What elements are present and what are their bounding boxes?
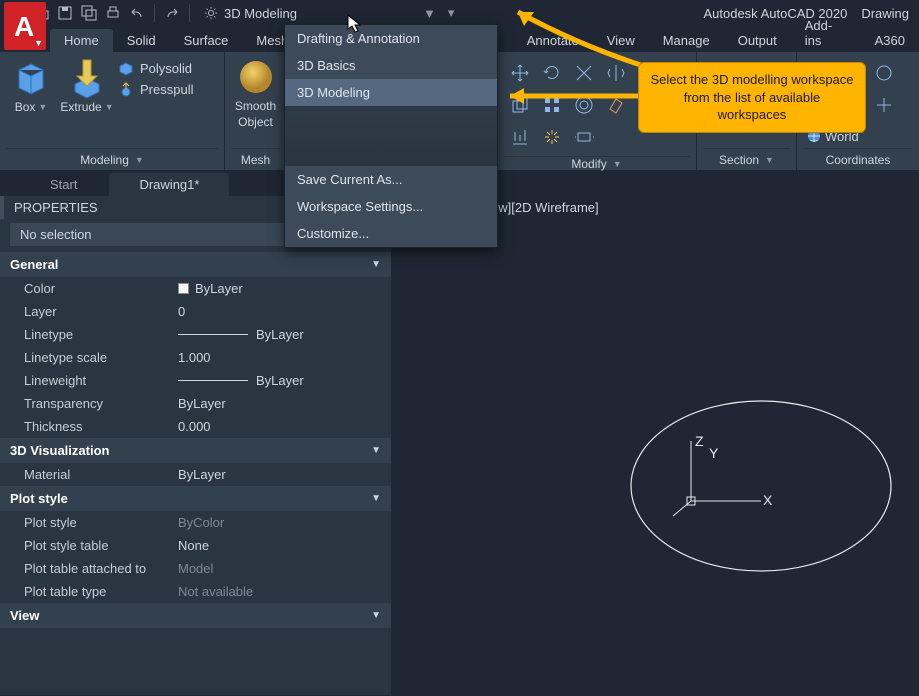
ws-customize[interactable]: Customize... xyxy=(285,220,497,247)
workspace-switcher[interactable]: 3D Modeling ▼ xyxy=(198,4,442,23)
box-button[interactable]: Box▼ xyxy=(6,56,56,114)
extrude-button[interactable]: Extrude▼ xyxy=(62,56,112,114)
chevron-down-icon: ▼ xyxy=(423,6,436,21)
callout-arrow-icon xyxy=(490,82,650,112)
app-logo[interactable]: A ▼ xyxy=(4,2,46,50)
prop-row[interactable]: TransparencyByLayer xyxy=(0,392,391,415)
ucs3-icon[interactable] xyxy=(871,60,897,86)
svg-text:A: A xyxy=(14,11,34,42)
panel-mesh[interactable]: Mesh xyxy=(231,148,280,170)
tab-solid[interactable]: Solid xyxy=(113,29,170,52)
filetab-current[interactable]: Drawing1* xyxy=(109,173,229,196)
ws-settings[interactable]: Workspace Settings... xyxy=(285,193,497,220)
saveas-icon[interactable] xyxy=(80,4,98,22)
extrude-icon xyxy=(69,56,105,98)
callout-arrow-icon xyxy=(500,6,660,76)
workspace-dropdown: Drafting & Annotation 3D Basics 3D Model… xyxy=(284,24,498,248)
prop-row[interactable]: MaterialByLayer xyxy=(0,463,391,486)
polysolid-icon xyxy=(118,60,134,76)
prop-row[interactable]: LineweightByLayer xyxy=(0,369,391,392)
properties-panel: PROPERTIES No selection General▼ColorByL… xyxy=(0,196,391,695)
mouse-cursor-icon xyxy=(347,14,363,34)
ucs6-icon[interactable] xyxy=(871,92,897,118)
prop-row[interactable]: LinetypeByLayer xyxy=(0,323,391,346)
box-icon xyxy=(13,56,49,98)
sphere-icon xyxy=(238,56,274,98)
callout-tip: Select the 3D modelling workspace from t… xyxy=(638,62,866,133)
prop-row[interactable]: Plot styleByColor xyxy=(0,511,391,534)
viewport-canvas: Z Y X xyxy=(391,196,919,696)
ws-item-3dmodeling[interactable]: 3D Modeling xyxy=(285,79,497,106)
presspull-button[interactable]: Presspull xyxy=(118,81,193,97)
panel-modeling[interactable]: Modeling▼ xyxy=(6,148,218,170)
prop-category[interactable]: View▼ xyxy=(0,603,391,628)
tab-output[interactable]: Output xyxy=(724,29,791,52)
stretch-icon[interactable] xyxy=(571,124,597,150)
prop-category[interactable]: Plot style▼ xyxy=(0,486,391,511)
svg-text:X: X xyxy=(763,492,773,508)
align-icon[interactable] xyxy=(507,124,533,150)
smooth-object-button[interactable]: SmoothObject xyxy=(231,56,280,129)
prop-category[interactable]: General▼ xyxy=(0,252,391,277)
prop-row[interactable]: Thickness0.000 xyxy=(0,415,391,438)
workspace-current: 3D Modeling xyxy=(224,6,297,21)
print-icon[interactable] xyxy=(104,4,122,22)
panel-modify[interactable]: Modify▼ xyxy=(503,156,690,171)
prop-row[interactable]: Plot style tableNone xyxy=(0,534,391,557)
panel-section[interactable]: Section▼ xyxy=(703,148,790,170)
svg-text:Y: Y xyxy=(709,445,719,461)
ws-item-drafting[interactable]: Drafting & Annotation xyxy=(285,25,497,52)
doc-name: Drawing xyxy=(861,6,909,21)
prop-row[interactable]: Plot table typeNot available xyxy=(0,580,391,603)
prop-row[interactable]: ColorByLayer xyxy=(0,277,391,300)
prop-row[interactable]: Linetype scale1.000 xyxy=(0,346,391,369)
redo-icon[interactable] xyxy=(163,4,181,22)
tab-a360[interactable]: A360 xyxy=(861,29,919,52)
svg-text:Z: Z xyxy=(695,433,704,449)
chevron-down-icon: ▼ xyxy=(34,38,43,48)
undo-icon[interactable] xyxy=(128,4,146,22)
ws-item-3dbasics[interactable]: 3D Basics xyxy=(285,52,497,79)
gear-icon xyxy=(204,6,218,20)
prop-row[interactable]: Layer0 xyxy=(0,300,391,323)
tab-home[interactable]: Home xyxy=(50,29,113,52)
tab-addins[interactable]: Add-ins xyxy=(791,14,861,52)
ws-save-current[interactable]: Save Current As... xyxy=(285,166,497,193)
panel-coordinates[interactable]: Coordinates xyxy=(803,148,913,170)
explode-icon[interactable] xyxy=(539,124,565,150)
save-icon[interactable] xyxy=(56,4,74,22)
polysolid-button[interactable]: Polysolid xyxy=(118,60,193,76)
presspull-icon xyxy=(118,81,134,97)
prop-row[interactable]: Plot table attached toModel xyxy=(0,557,391,580)
prop-category[interactable]: 3D Visualization▼ xyxy=(0,438,391,463)
viewport[interactable]: ew][2D Wireframe] Z Y X xyxy=(391,196,919,695)
tab-surface[interactable]: Surface xyxy=(170,29,243,52)
ws-preview xyxy=(285,106,497,166)
filetab-start[interactable]: Start xyxy=(20,173,107,196)
qat-more-icon[interactable]: ▾ xyxy=(448,5,455,21)
